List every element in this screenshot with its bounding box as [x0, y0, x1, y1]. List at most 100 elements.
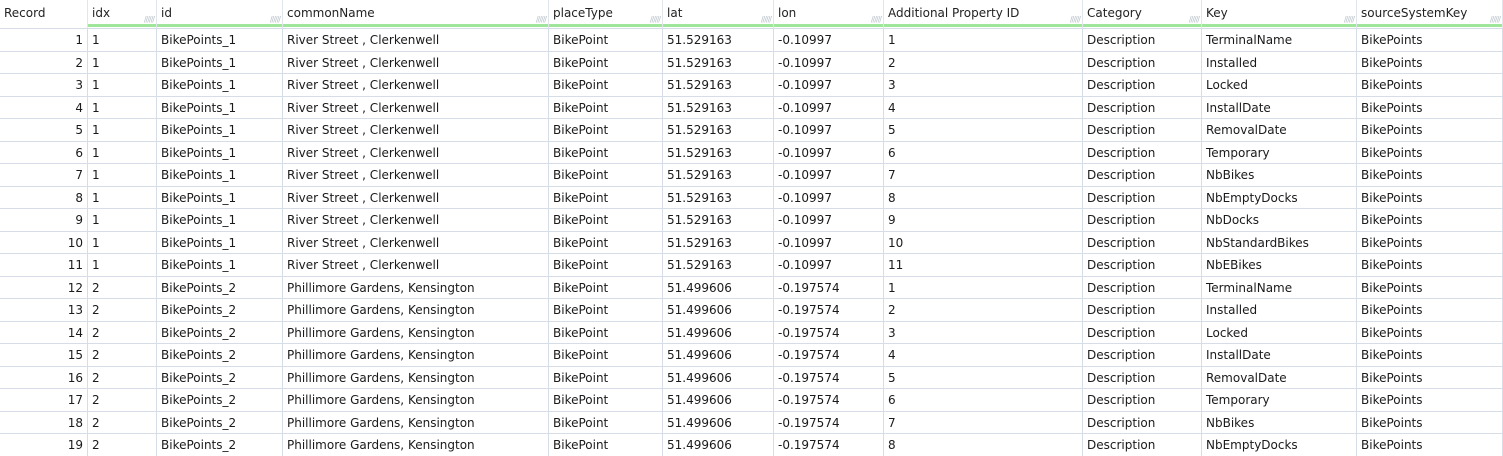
- sourcesystemkey-cell[interactable]: BikePoints: [1357, 186, 1503, 209]
- id-cell[interactable]: BikePoints_2: [157, 411, 283, 434]
- id-cell[interactable]: BikePoints_1: [157, 254, 283, 277]
- sourcesystemkey-cell[interactable]: BikePoints: [1357, 119, 1503, 142]
- additional-property-id-cell[interactable]: 2: [884, 299, 1083, 322]
- category-cell[interactable]: Description: [1083, 74, 1202, 97]
- record-cell[interactable]: 19: [0, 434, 88, 456]
- lon-cell[interactable]: -0.197574: [774, 434, 884, 456]
- key-cell[interactable]: Locked: [1202, 321, 1357, 344]
- placetype-cell[interactable]: BikePoint: [549, 209, 663, 232]
- sourcesystemkey-cell[interactable]: BikePoints: [1357, 434, 1503, 456]
- sourcesystemkey-cell[interactable]: BikePoints: [1357, 254, 1503, 277]
- id-cell[interactable]: BikePoints_1: [157, 164, 283, 187]
- record-cell[interactable]: 2: [0, 51, 88, 74]
- table-row[interactable]: 10 1 BikePoints_1 River Street , Clerkenwel…: [0, 231, 1503, 254]
- lon-cell[interactable]: -0.10997: [774, 119, 884, 142]
- commonname-cell[interactable]: River Street , Clerkenwell: [283, 29, 549, 52]
- table-row[interactable]: 14 2 BikePoints_2 Phillimore Gardens, Kensi…: [0, 321, 1503, 344]
- idx-cell[interactable]: 1: [88, 254, 157, 277]
- column-header-key[interactable]: Key //////: [1202, 0, 1357, 28]
- category-cell[interactable]: Description: [1083, 344, 1202, 367]
- placetype-cell[interactable]: BikePoint: [549, 96, 663, 119]
- placetype-cell[interactable]: BikePoint: [549, 254, 663, 277]
- resize-grip-icon[interactable]: //////: [761, 16, 772, 24]
- key-cell[interactable]: Locked: [1202, 74, 1357, 97]
- idx-cell[interactable]: 2: [88, 411, 157, 434]
- placetype-cell[interactable]: BikePoint: [549, 119, 663, 142]
- commonname-cell[interactable]: Phillimore Gardens, Kensington: [283, 366, 549, 389]
- placetype-cell[interactable]: BikePoint: [549, 344, 663, 367]
- table-row[interactable]: 12 2 BikePoints_2 Phillimore Gardens, Kensi…: [0, 276, 1503, 299]
- commonname-cell[interactable]: Phillimore Gardens, Kensington: [283, 299, 549, 322]
- placetype-cell[interactable]: BikePoint: [549, 321, 663, 344]
- lat-cell[interactable]: 51.499606: [663, 299, 774, 322]
- lat-cell[interactable]: 51.529163: [663, 209, 774, 232]
- key-cell[interactable]: Temporary: [1202, 389, 1357, 412]
- key-cell[interactable]: TerminalName: [1202, 29, 1357, 52]
- id-cell[interactable]: BikePoints_2: [157, 366, 283, 389]
- commonname-cell[interactable]: Phillimore Gardens, Kensington: [283, 411, 549, 434]
- idx-cell[interactable]: 1: [88, 74, 157, 97]
- sourcesystemkey-cell[interactable]: BikePoints: [1357, 29, 1503, 52]
- lat-cell[interactable]: 51.499606: [663, 344, 774, 367]
- column-header-additional-property-id[interactable]: Additional Property ID //////: [884, 0, 1083, 28]
- key-cell[interactable]: Temporary: [1202, 141, 1357, 164]
- category-cell[interactable]: Description: [1083, 186, 1202, 209]
- commonname-cell[interactable]: Phillimore Gardens, Kensington: [283, 389, 549, 412]
- key-cell[interactable]: InstallDate: [1202, 96, 1357, 119]
- record-cell[interactable]: 17: [0, 389, 88, 412]
- key-cell[interactable]: Installed: [1202, 51, 1357, 74]
- placetype-cell[interactable]: BikePoint: [549, 411, 663, 434]
- idx-cell[interactable]: 1: [88, 186, 157, 209]
- idx-cell[interactable]: 1: [88, 164, 157, 187]
- table-row[interactable]: 15 2 BikePoints_2 Phillimore Gardens, Kensi…: [0, 344, 1503, 367]
- lat-cell[interactable]: 51.499606: [663, 321, 774, 344]
- record-cell[interactable]: 9: [0, 209, 88, 232]
- lon-cell[interactable]: -0.10997: [774, 51, 884, 74]
- idx-cell[interactable]: 1: [88, 51, 157, 74]
- additional-property-id-cell[interactable]: 5: [884, 366, 1083, 389]
- id-cell[interactable]: BikePoints_1: [157, 231, 283, 254]
- table-row[interactable]: 7 1 BikePoints_1 River Street , Clerkenwell…: [0, 164, 1503, 187]
- placetype-cell[interactable]: BikePoint: [549, 164, 663, 187]
- table-row[interactable]: 13 2 BikePoints_2 Phillimore Gardens, Kensi…: [0, 299, 1503, 322]
- id-cell[interactable]: BikePoints_1: [157, 186, 283, 209]
- category-cell[interactable]: Description: [1083, 51, 1202, 74]
- resize-grip-icon[interactable]: //////: [1490, 16, 1501, 24]
- sourcesystemkey-cell[interactable]: BikePoints: [1357, 96, 1503, 119]
- id-cell[interactable]: BikePoints_2: [157, 321, 283, 344]
- sourcesystemkey-cell[interactable]: BikePoints: [1357, 74, 1503, 97]
- resize-grip-icon[interactable]: //////: [1070, 16, 1081, 24]
- lat-cell[interactable]: 51.529163: [663, 164, 774, 187]
- lat-cell[interactable]: 51.499606: [663, 411, 774, 434]
- resize-grip-icon[interactable]: //////: [536, 16, 547, 24]
- sourcesystemkey-cell[interactable]: BikePoints: [1357, 344, 1503, 367]
- key-cell[interactable]: NbEmptyDocks: [1202, 186, 1357, 209]
- lon-cell[interactable]: -0.197574: [774, 389, 884, 412]
- additional-property-id-cell[interactable]: 4: [884, 344, 1083, 367]
- table-row[interactable]: 19 2 BikePoints_2 Phillimore Gardens, Kensi…: [0, 434, 1503, 456]
- id-cell[interactable]: BikePoints_1: [157, 96, 283, 119]
- lon-cell[interactable]: -0.10997: [774, 96, 884, 119]
- column-header-lat[interactable]: lat //////: [663, 0, 774, 28]
- lon-cell[interactable]: -0.10997: [774, 74, 884, 97]
- lat-cell[interactable]: 51.529163: [663, 74, 774, 97]
- lon-cell[interactable]: -0.197574: [774, 276, 884, 299]
- commonname-cell[interactable]: River Street , Clerkenwell: [283, 186, 549, 209]
- table-row[interactable]: 8 1 BikePoints_1 River Street , Clerkenwell…: [0, 186, 1503, 209]
- id-cell[interactable]: BikePoints_2: [157, 434, 283, 456]
- lat-cell[interactable]: 51.529163: [663, 119, 774, 142]
- placetype-cell[interactable]: BikePoint: [549, 231, 663, 254]
- lat-cell[interactable]: 51.529163: [663, 186, 774, 209]
- idx-cell[interactable]: 2: [88, 366, 157, 389]
- lon-cell[interactable]: -0.197574: [774, 411, 884, 434]
- idx-cell[interactable]: 1: [88, 209, 157, 232]
- key-cell[interactable]: InstallDate: [1202, 344, 1357, 367]
- commonname-cell[interactable]: River Street , Clerkenwell: [283, 141, 549, 164]
- record-cell[interactable]: 5: [0, 119, 88, 142]
- id-cell[interactable]: BikePoints_2: [157, 276, 283, 299]
- idx-cell[interactable]: 2: [88, 344, 157, 367]
- id-cell[interactable]: BikePoints_2: [157, 299, 283, 322]
- category-cell[interactable]: Description: [1083, 119, 1202, 142]
- lon-cell[interactable]: -0.10997: [774, 254, 884, 277]
- placetype-cell[interactable]: BikePoint: [549, 74, 663, 97]
